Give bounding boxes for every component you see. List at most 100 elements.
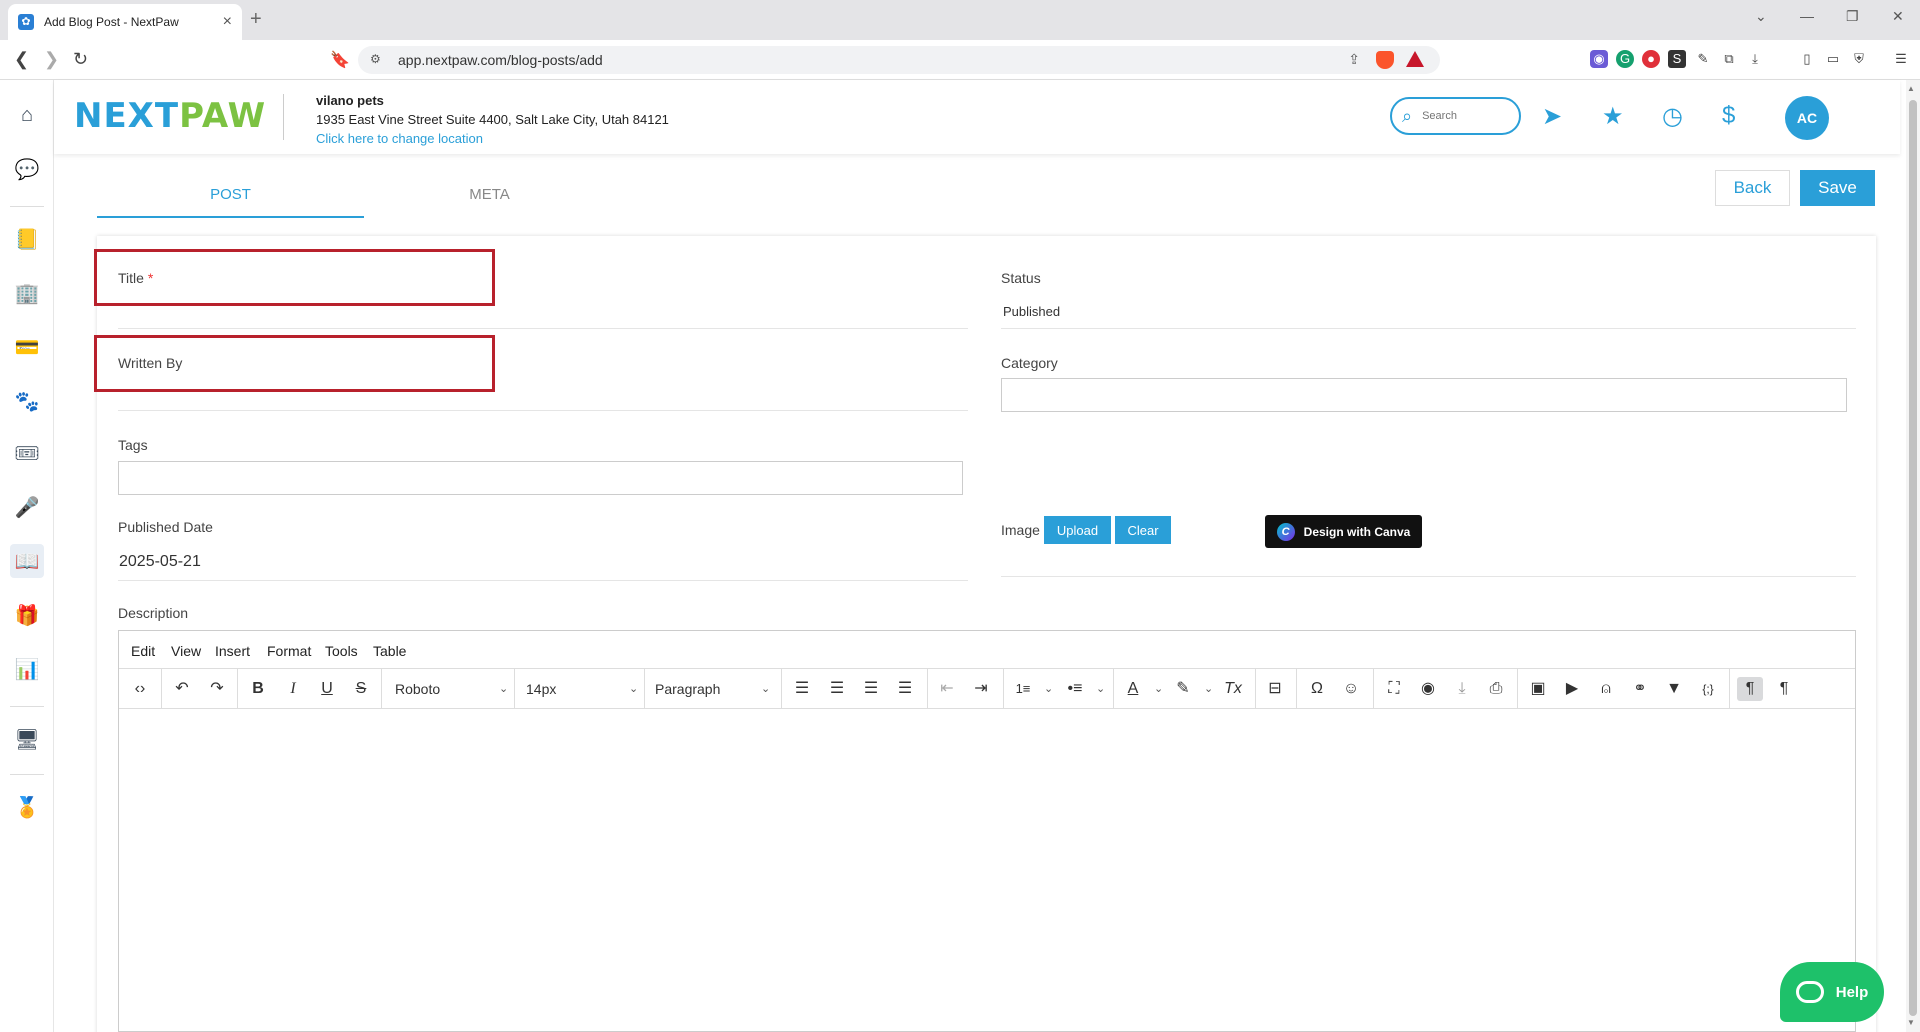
close-tab-icon[interactable]: × <box>223 13 232 31</box>
preview-eye-icon[interactable]: ◉ <box>1415 677 1441 701</box>
vpn-shield-icon[interactable]: ⛨ <box>1850 50 1868 68</box>
home-icon[interactable]: ⌂ <box>10 98 44 132</box>
insert-media-icon[interactable]: ▶ <box>1559 677 1585 701</box>
minimize-icon[interactable]: — <box>1800 8 1814 24</box>
upload-button[interactable]: Upload <box>1044 516 1111 544</box>
award-icon[interactable]: 🏅 <box>10 790 44 824</box>
outdent-icon[interactable]: ⇤ <box>934 677 960 701</box>
status-value[interactable]: Published <box>1003 304 1060 319</box>
clear-formatting-icon[interactable]: Tx <box>1220 677 1246 701</box>
numbered-list-icon[interactable]: 1≡ <box>1010 677 1036 701</box>
reviews-stars-icon[interactable]: ★ <box>1602 102 1624 131</box>
tags-input[interactable] <box>118 461 963 495</box>
sidebar-toggle-icon[interactable]: ▯ <box>1798 50 1816 68</box>
save-button[interactable]: Save <box>1800 170 1875 206</box>
insert-link-icon[interactable]: ⚭ <box>1627 677 1653 701</box>
underline-icon[interactable]: U <box>314 677 340 701</box>
source-code-icon[interactable]: ‹› <box>127 677 153 701</box>
chevron-down-icon[interactable]: ⌄ <box>1096 677 1105 701</box>
menu-edit[interactable]: Edit <box>131 643 155 659</box>
fullscreen-icon[interactable]: ⛶ <box>1381 677 1407 701</box>
blog-book-icon[interactable]: 📖 <box>10 544 44 578</box>
redo-icon[interactable]: ↷ <box>204 677 230 701</box>
scroll-down-icon[interactable]: ▼ <box>1907 1018 1915 1027</box>
chevron-down-icon[interactable]: ⌄ <box>1204 677 1213 701</box>
bullet-list-icon[interactable]: •≡ <box>1062 677 1088 701</box>
back-arrow-icon[interactable]: ❮ <box>14 49 29 70</box>
cards-icon[interactable]: 💳 <box>10 330 44 364</box>
search-input[interactable] <box>1422 110 1503 122</box>
contacts-book-icon[interactable]: 📒 <box>10 222 44 256</box>
highlight-color-icon[interactable]: ✎ <box>1170 677 1196 701</box>
brave-shields-icon[interactable] <box>1376 51 1394 69</box>
window-close-icon[interactable]: ✕ <box>1892 8 1904 25</box>
save-download-icon[interactable]: ⤓ <box>1449 677 1475 701</box>
scroll-up-icon[interactable]: ▲ <box>1907 84 1915 93</box>
clear-button[interactable]: Clear <box>1115 516 1171 544</box>
anchor-bookmark-icon[interactable]: ▼ <box>1661 677 1687 701</box>
billing-icon[interactable]: $ <box>1722 102 1735 130</box>
text-color-icon[interactable]: A <box>1120 677 1146 701</box>
merge-tags-icon[interactable]: {;} <box>1695 677 1721 701</box>
change-location-link[interactable]: Click here to change location <box>316 131 483 146</box>
menu-table[interactable]: Table <box>373 643 406 659</box>
special-character-icon[interactable]: Ω <box>1304 677 1330 701</box>
grammarly-icon[interactable]: G <box>1616 50 1634 68</box>
site-info-icon[interactable]: ⚙ <box>370 52 381 66</box>
font-family-select[interactable]: Roboto <box>395 677 440 701</box>
forward-arrow-icon[interactable]: ❯ <box>44 49 59 70</box>
ltr-direction-icon[interactable]: ¶ <box>1737 677 1763 701</box>
eyedropper-icon[interactable]: ✎ <box>1694 50 1712 68</box>
messages-icon[interactable]: 💬 <box>10 152 44 186</box>
align-center-icon[interactable]: ☰ <box>824 677 850 701</box>
print-icon[interactable]: ⎙ <box>1483 677 1509 701</box>
design-with-canva-button[interactable]: C Design with Canva <box>1265 515 1422 548</box>
written-by-field-underline[interactable] <box>118 410 968 411</box>
menu-view[interactable]: View <box>171 643 201 659</box>
tab-meta[interactable]: META <box>356 174 623 218</box>
extension-s-icon[interactable]: S <box>1668 50 1686 68</box>
align-right-icon[interactable]: ☰ <box>858 677 884 701</box>
search-box[interactable]: ⌕ <box>1390 97 1521 135</box>
editor-content-area[interactable] <box>119 709 1855 1031</box>
help-button[interactable]: Help <box>1780 962 1884 1022</box>
back-button[interactable]: Back <box>1715 170 1790 206</box>
title-field-underline[interactable] <box>118 328 968 329</box>
bold-icon[interactable]: B <box>245 677 271 701</box>
emoji-icon[interactable]: ☺ <box>1338 677 1364 701</box>
menu-tools[interactable]: Tools <box>325 643 358 659</box>
share-icon[interactable]: ⇪ <box>1348 51 1360 68</box>
insert-image-icon[interactable]: ▣ <box>1525 677 1551 701</box>
new-tab-icon[interactable]: + <box>250 8 262 31</box>
send-paper-plane-icon[interactable]: ➤ <box>1542 102 1562 131</box>
insert-template-icon[interactable]: ⍝ <box>1593 677 1619 701</box>
gift-icon[interactable]: 🎁 <box>10 598 44 632</box>
browser-menu-icon[interactable]: ☰ <box>1892 50 1910 68</box>
block-format-select[interactable]: Paragraph <box>655 677 720 701</box>
undo-icon[interactable]: ↶ <box>169 677 195 701</box>
url-field[interactable]: ⚙ app.nextpaw.com/blog-posts/add ⇪ <box>358 46 1440 74</box>
indent-icon[interactable]: ⇥ <box>968 677 994 701</box>
chevron-down-icon[interactable]: ⌄ <box>629 677 638 701</box>
category-input[interactable] <box>1001 378 1847 412</box>
nextpaw-logo[interactable]: NEXTPAW <box>74 96 266 136</box>
chevron-down-icon[interactable]: ⌄ <box>1154 677 1163 701</box>
tab-search-chevron-icon[interactable]: ⌄ <box>1755 8 1767 25</box>
extension-3-icon[interactable]: ● <box>1642 50 1660 68</box>
align-justify-icon[interactable]: ☰ <box>892 677 918 701</box>
restore-icon[interactable]: ❐ <box>1846 8 1859 25</box>
reload-icon[interactable]: ↻ <box>73 49 88 70</box>
extension-1-icon[interactable]: ◉ <box>1590 50 1608 68</box>
browser-tab[interactable]: ✿ Add Blog Post - NextPaw × <box>8 4 242 40</box>
chevron-down-icon[interactable]: ⌄ <box>761 677 770 701</box>
buildings-icon[interactable]: 🏢 <box>10 276 44 310</box>
page-scrollbar[interactable]: ▲ ▼ <box>1906 80 1920 1032</box>
italic-icon[interactable]: I <box>280 677 306 701</box>
align-left-icon[interactable]: ☰ <box>789 677 815 701</box>
brave-rewards-icon[interactable] <box>1406 51 1424 67</box>
analytics-chart-icon[interactable]: 📊 <box>10 652 44 686</box>
chevron-down-icon[interactable]: ⌄ <box>499 677 508 701</box>
published-date-value[interactable]: 2025-05-21 <box>119 553 201 571</box>
rtl-direction-icon[interactable]: ¶ <box>1771 677 1797 701</box>
scroll-thumb[interactable] <box>1909 100 1917 1016</box>
